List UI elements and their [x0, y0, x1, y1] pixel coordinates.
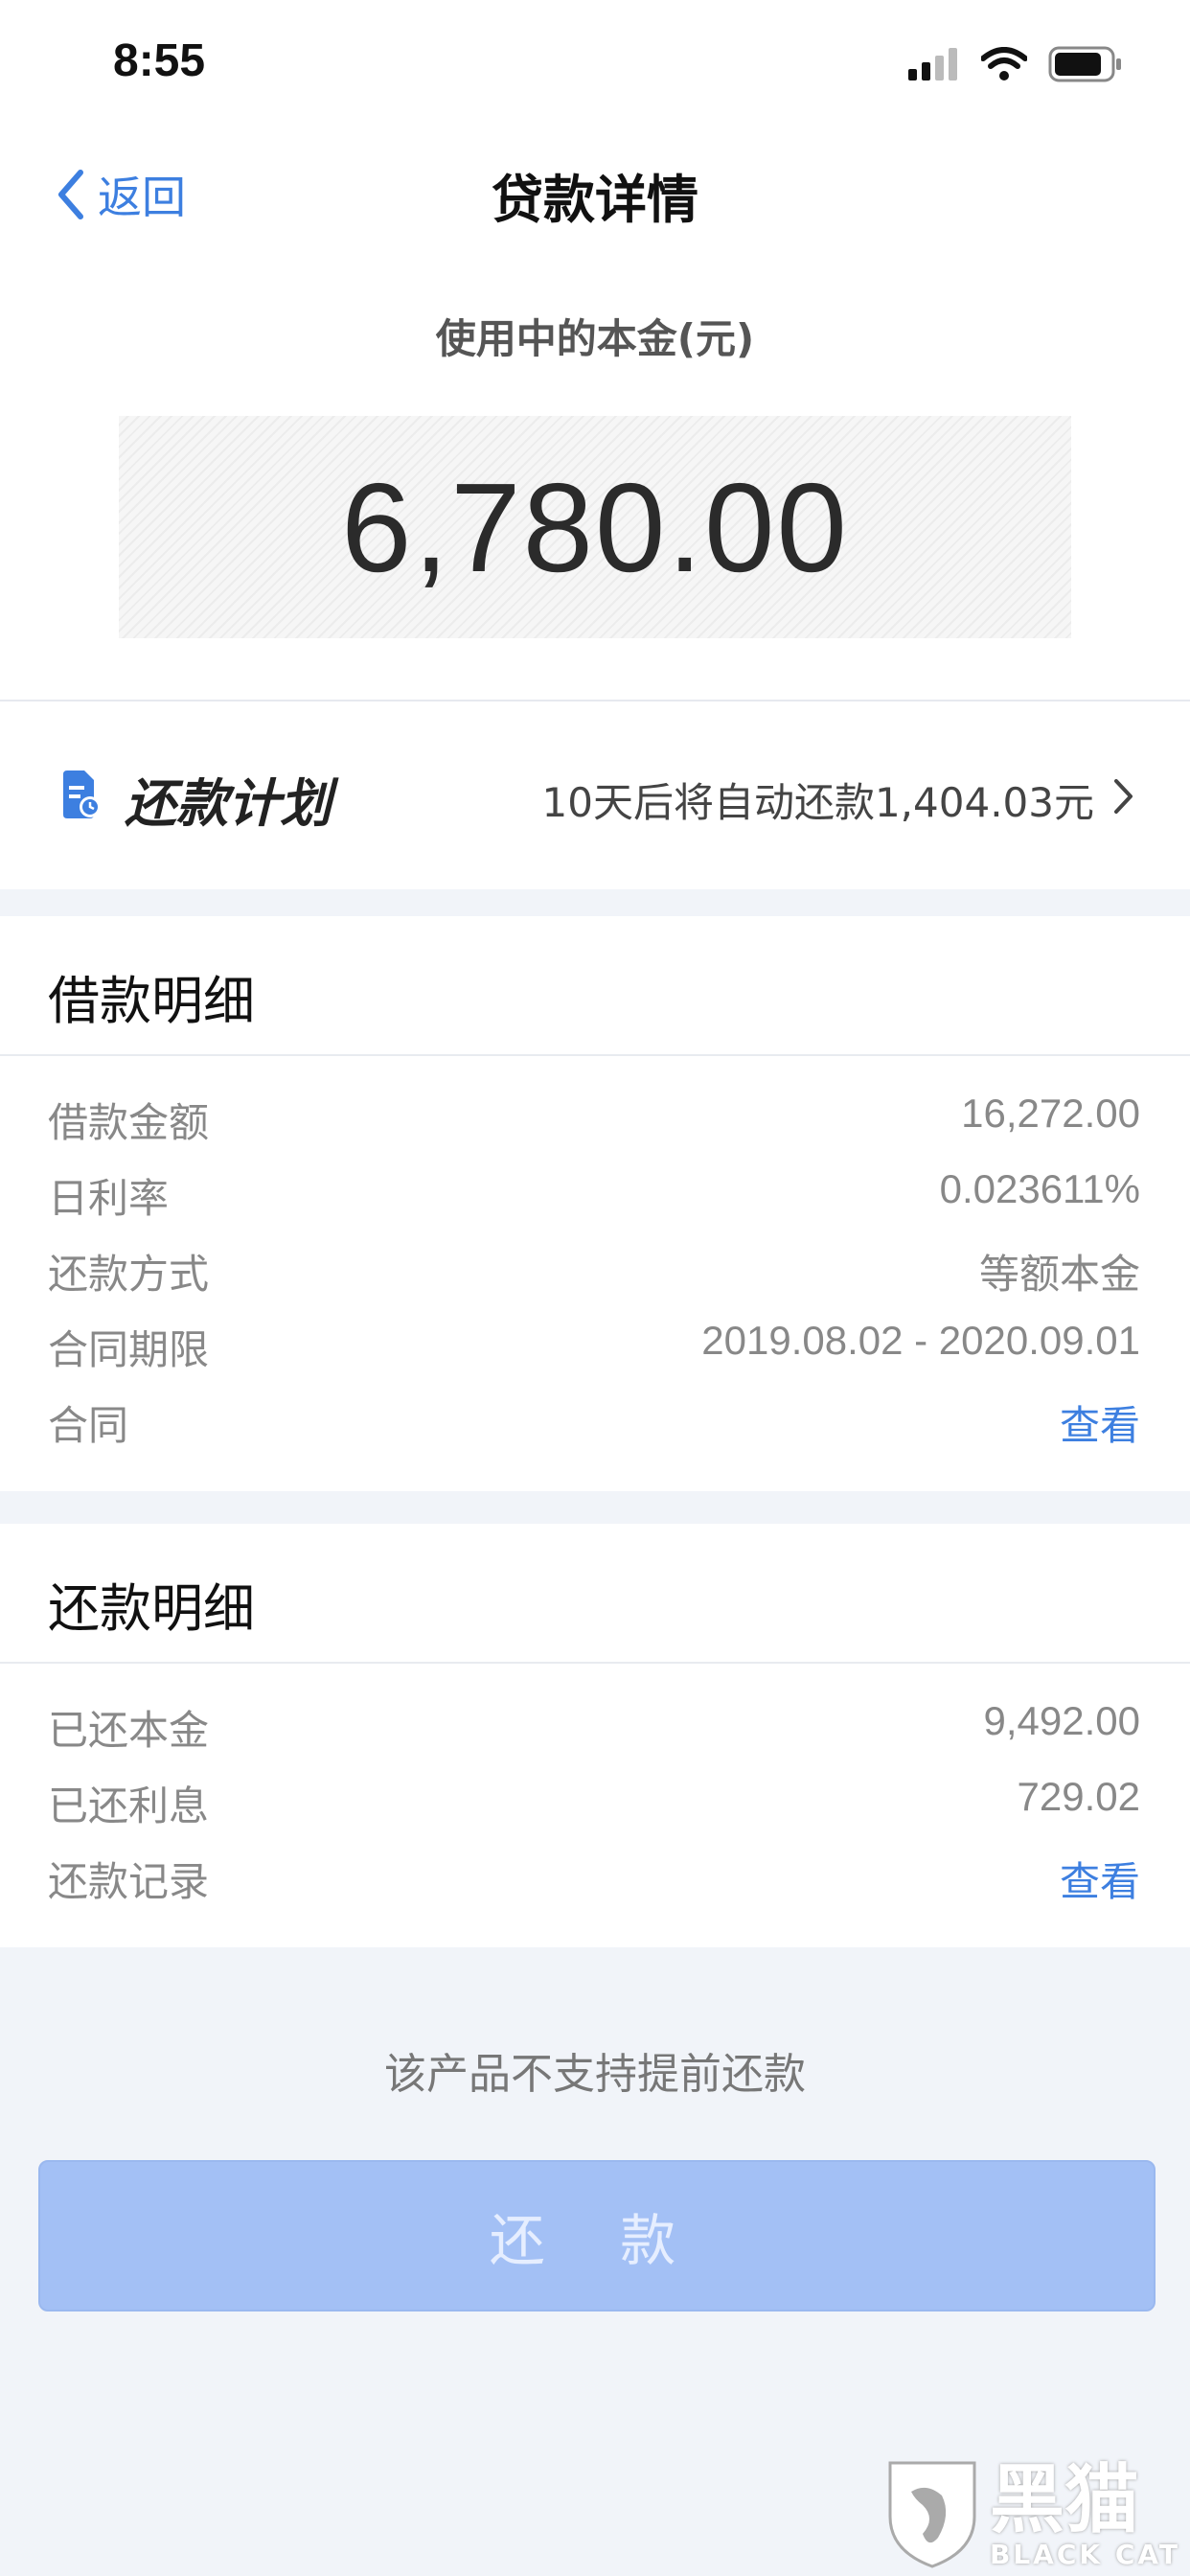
detail-row: 日利率 0.023611%	[0, 1155, 1190, 1230]
repay-detail-header: 还款明细	[0, 1524, 1190, 1664]
loan-detail-card: 借款明细 借款金额 16,272.00 日利率 0.023611% 还款方式 等…	[0, 916, 1190, 1491]
repay-detail-title: 还款明细	[48, 1578, 255, 1639]
detail-label: 合同期限	[48, 1326, 210, 1373]
detail-value: 729.02	[1017, 1774, 1140, 1819]
view-repayment-records-link[interactable]: 查看	[1060, 1850, 1140, 1908]
repay-button[interactable]: 还 款	[38, 2160, 1156, 2312]
status-time: 8:55	[113, 35, 206, 86]
loan-detail-title: 借款明细	[48, 971, 255, 1031]
detail-row: 合同期限 2019.08.02 - 2020.09.01	[0, 1306, 1190, 1382]
detail-label: 已还利息	[48, 1782, 210, 1829]
detail-value: 9,492.00	[983, 1698, 1141, 1743]
detail-row: 已还本金 9,492.00	[0, 1687, 1190, 1762]
principal-summary: 使用中的本金(元) 6,780.00	[0, 249, 1190, 702]
detail-label: 已还本金	[48, 1707, 210, 1754]
detail-row: 还款方式 等额本金	[0, 1230, 1190, 1306]
cat-shield-icon	[888, 2461, 976, 2568]
watermark-en: BLACK CAT	[990, 2539, 1180, 2570]
principal-amount-box: 6,780.00	[119, 416, 1071, 638]
detail-row: 借款金额 16,272.00	[0, 1079, 1190, 1155]
status-bar: 8:55	[0, 0, 1190, 134]
page-title: 贷款详情	[492, 170, 698, 230]
nav-bar: 返回 贷款详情	[0, 134, 1190, 249]
detail-row: 还款记录 查看	[0, 1838, 1190, 1914]
principal-label: 使用中的本金(元)	[435, 315, 755, 362]
detail-row: 已还利息 729.02	[0, 1762, 1190, 1838]
detail-value: 16,272.00	[961, 1091, 1140, 1136]
status-icons	[908, 46, 1123, 82]
detail-value: 等额本金	[978, 1252, 1140, 1297]
repay-detail-card: 还款明细 已还本金 9,492.00 已还利息 729.02 还款记录 查看	[0, 1524, 1190, 1947]
watermark-cn: 黑猫	[990, 2457, 1140, 2543]
view-contract-link[interactable]: 查看	[1060, 1393, 1140, 1452]
detail-label: 还款记录	[48, 1858, 210, 1905]
document-clock-icon	[63, 770, 101, 818]
wifi-icon	[981, 47, 1027, 80]
no-early-repayment-notice: 该产品不支持提前还款	[384, 2050, 806, 2099]
chevron-right-icon	[1114, 779, 1133, 814]
detail-label: 日利率	[48, 1175, 170, 1222]
detail-value: 2019.08.02 - 2020.09.01	[701, 1318, 1140, 1363]
detail-value: 0.023611%	[939, 1166, 1140, 1211]
battery-icon	[1048, 46, 1121, 82]
detail-label: 借款金额	[48, 1099, 210, 1146]
detail-label: 还款方式	[48, 1251, 210, 1298]
repayment-plan-row[interactable]: 还款计划 10天后将自动还款1,404.03元	[0, 702, 1190, 889]
repayment-plan-info: 10天后将自动还款1,404.03元	[541, 779, 1094, 826]
watermark: 黑猫 BLACK CAT	[884, 2457, 1180, 2570]
signal-icon	[908, 48, 957, 80]
principal-amount: 6,780.00	[341, 456, 849, 598]
detail-label: 合同	[48, 1402, 129, 1449]
loan-detail-header: 借款明细	[0, 916, 1190, 1056]
detail-row: 合同 查看	[0, 1382, 1190, 1458]
repayment-plan-title: 还款计划	[125, 773, 332, 834]
